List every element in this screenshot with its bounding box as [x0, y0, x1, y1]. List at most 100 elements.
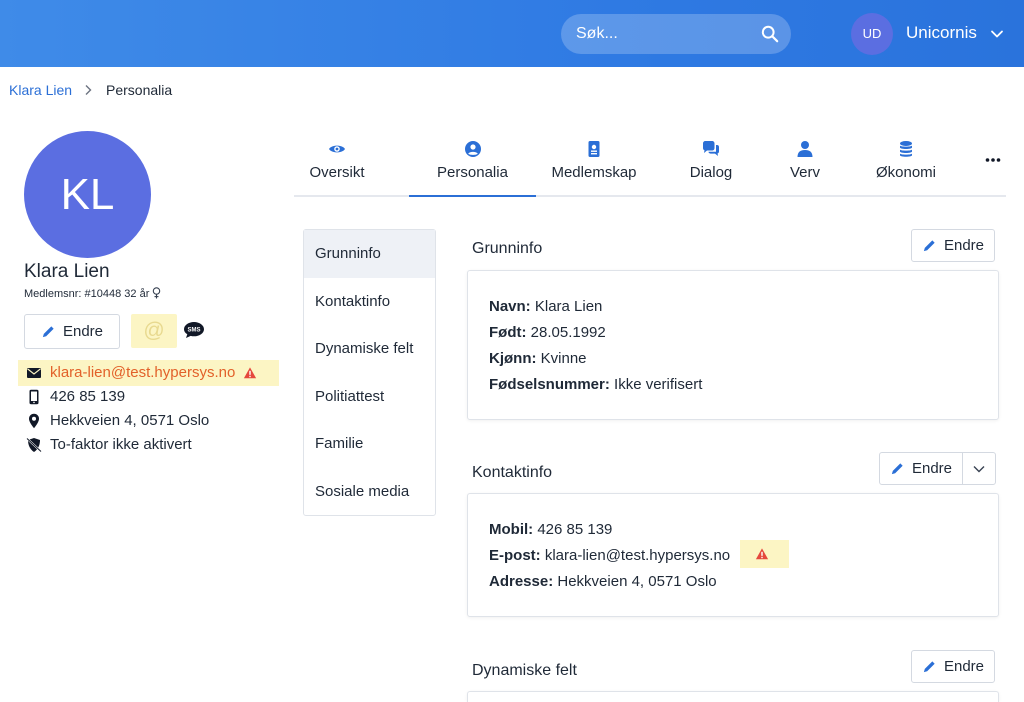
tab-personalia[interactable]: Personalia — [409, 140, 536, 197]
chevron-right-icon — [85, 85, 92, 95]
tab-dialog[interactable]: Dialog — [680, 140, 742, 196]
subnav-item-kontaktinfo[interactable]: Kontaktinfo — [304, 278, 435, 326]
field-value: 28.05.1992 — [530, 324, 606, 341]
breadcrumb-parent-link[interactable]: Klara Lien — [9, 82, 72, 98]
field-value: Ikke verifisert — [614, 376, 703, 393]
user-icon — [797, 141, 813, 157]
field-value: Kvinne — [540, 350, 587, 367]
user-circle-icon — [464, 141, 481, 157]
field-fodselsnummer: Fødselsnummer: Ikke verifisert — [489, 376, 702, 393]
grunninfo-edit-button[interactable]: Endre — [911, 229, 995, 262]
more-options-icon[interactable] — [985, 156, 1001, 164]
subnav-item-politiattest[interactable]: Politiattest — [304, 373, 435, 421]
search-box[interactable] — [561, 14, 791, 54]
svg-text:SMS: SMS — [187, 328, 200, 334]
kontaktinfo-edit-button[interactable]: Endre — [879, 452, 963, 485]
id-card-icon — [588, 141, 600, 157]
pencil-icon — [923, 240, 935, 252]
subnav-item-dynamiske-felt[interactable]: Dynamiske felt — [304, 325, 435, 373]
pencil-icon — [923, 661, 935, 673]
edit-label: Endre — [911, 460, 953, 477]
member-number: Medlemsnr: #10448 — [24, 288, 122, 300]
field-value: 426 85 139 — [537, 521, 613, 538]
chevron-down-icon — [973, 465, 985, 472]
female-icon — [153, 287, 161, 299]
search-input[interactable] — [561, 14, 791, 54]
tab-label: Økonomi — [875, 164, 937, 181]
tab-okonomi[interactable]: Økonomi — [868, 140, 944, 196]
tab-medlemskap[interactable]: Medlemskap — [544, 140, 644, 196]
subnav-item-grunninfo[interactable]: Grunninfo — [304, 230, 435, 278]
edit-label: Endre — [943, 658, 985, 675]
edit-label: Endre — [62, 323, 104, 340]
sms-icon[interactable]: SMS — [183, 321, 205, 339]
edit-label: Endre — [943, 237, 985, 254]
tab-label: Dialog — [689, 164, 733, 181]
at-symbol: @ — [143, 319, 165, 342]
profile-avatar: KL — [24, 131, 151, 258]
dynamiske-felt-card — [467, 691, 999, 702]
search-icon[interactable] — [761, 25, 779, 43]
tab-label: Medlemskap — [551, 164, 637, 181]
tab-label: Personalia — [437, 164, 508, 181]
org-switcher-label[interactable]: Unicornis — [906, 23, 977, 43]
top-bar: UD Unicornis — [0, 0, 1024, 67]
warning-icon — [244, 366, 257, 378]
profile-phone: 426 85 139 — [50, 388, 126, 405]
coins-icon — [900, 141, 912, 157]
subnav-item-sosiale-media[interactable]: Sosiale media — [304, 468, 435, 516]
eye-icon — [329, 145, 345, 153]
mobile-phone-icon — [29, 389, 39, 404]
tab-oversikt[interactable]: Oversikt — [294, 140, 380, 196]
user-avatar[interactable]: UD — [851, 13, 893, 55]
field-label: Født: — [489, 324, 527, 341]
profile-email[interactable]: klara-lien@test.hypersys.no — [50, 364, 235, 381]
profile-edit-button[interactable]: Endre — [24, 314, 120, 349]
profile-address-row: Hekkveien 4, 0571 Oslo — [26, 412, 209, 429]
shield-off-icon — [26, 437, 42, 452]
field-mobil: Mobil: 426 85 139 — [489, 521, 612, 538]
field-fodt: Født: 28.05.1992 — [489, 324, 606, 341]
field-adresse: Adresse: Hekkveien 4, 0571 Oslo — [489, 573, 717, 590]
dynamiske-felt-title: Dynamiske felt — [472, 662, 577, 679]
field-label: Adresse: — [489, 573, 554, 590]
comments-icon — [703, 141, 719, 156]
tab-label: Verv — [789, 164, 820, 181]
field-label: Navn: — [489, 298, 531, 315]
grunninfo-title: Grunninfo — [472, 240, 543, 257]
pencil-icon — [42, 326, 54, 338]
field-epost: E-post: klara-lien@test.hypersys.no — [489, 547, 730, 564]
tab-verv[interactable]: Verv — [782, 140, 828, 196]
profile-2fa-row: To-faktor ikke aktivert — [26, 436, 192, 453]
warning-icon — [755, 548, 769, 560]
envelope-icon — [27, 367, 41, 378]
field-navn: Navn: Klara Lien — [489, 298, 602, 315]
field-value: Hekkveien 4, 0571 Oslo — [557, 573, 717, 590]
section-subnav: Grunninfo Kontaktinfo Dynamiske felt Pol… — [303, 229, 436, 516]
kontaktinfo-title: Kontaktinfo — [472, 464, 553, 481]
field-label: Fødselsnummer: — [489, 376, 610, 393]
field-label: E-post: — [489, 547, 541, 564]
field-label: Mobil: — [489, 521, 534, 538]
field-value[interactable]: klara-lien@test.hypersys.no — [545, 547, 730, 564]
field-kjonn: Kjønn: Kvinne — [489, 350, 587, 367]
kontaktinfo-card: Mobil: 426 85 139 E-post: klara-lien@tes… — [467, 493, 999, 617]
tab-label: Oversikt — [309, 164, 365, 181]
email-warning-highlight — [740, 540, 789, 568]
subnav-item-familie[interactable]: Familie — [304, 420, 435, 468]
pencil-icon — [891, 463, 903, 475]
chevron-down-icon[interactable] — [990, 27, 1004, 41]
map-pin-icon — [29, 413, 39, 428]
email-action-button[interactable]: @ — [131, 314, 177, 348]
profile-2fa-status: To-faktor ikke aktivert — [50, 436, 192, 453]
dynamiske-felt-edit-button[interactable]: Endre — [911, 650, 995, 683]
profile-meta: Medlemsnr: #10448 32 år — [24, 287, 161, 300]
grunninfo-card: Navn: Klara Lien Født: 28.05.1992 Kjønn:… — [467, 270, 999, 420]
field-value: Klara Lien — [534, 298, 603, 315]
field-label: Kjønn: — [489, 350, 537, 367]
profile-name: Klara Lien — [24, 261, 110, 282]
profile-age: 32 år — [124, 288, 150, 300]
kontaktinfo-dropdown-toggle[interactable] — [962, 452, 996, 485]
profile-email-row[interactable]: klara-lien@test.hypersys.no — [26, 364, 257, 381]
profile-phone-row: 426 85 139 — [26, 388, 125, 405]
